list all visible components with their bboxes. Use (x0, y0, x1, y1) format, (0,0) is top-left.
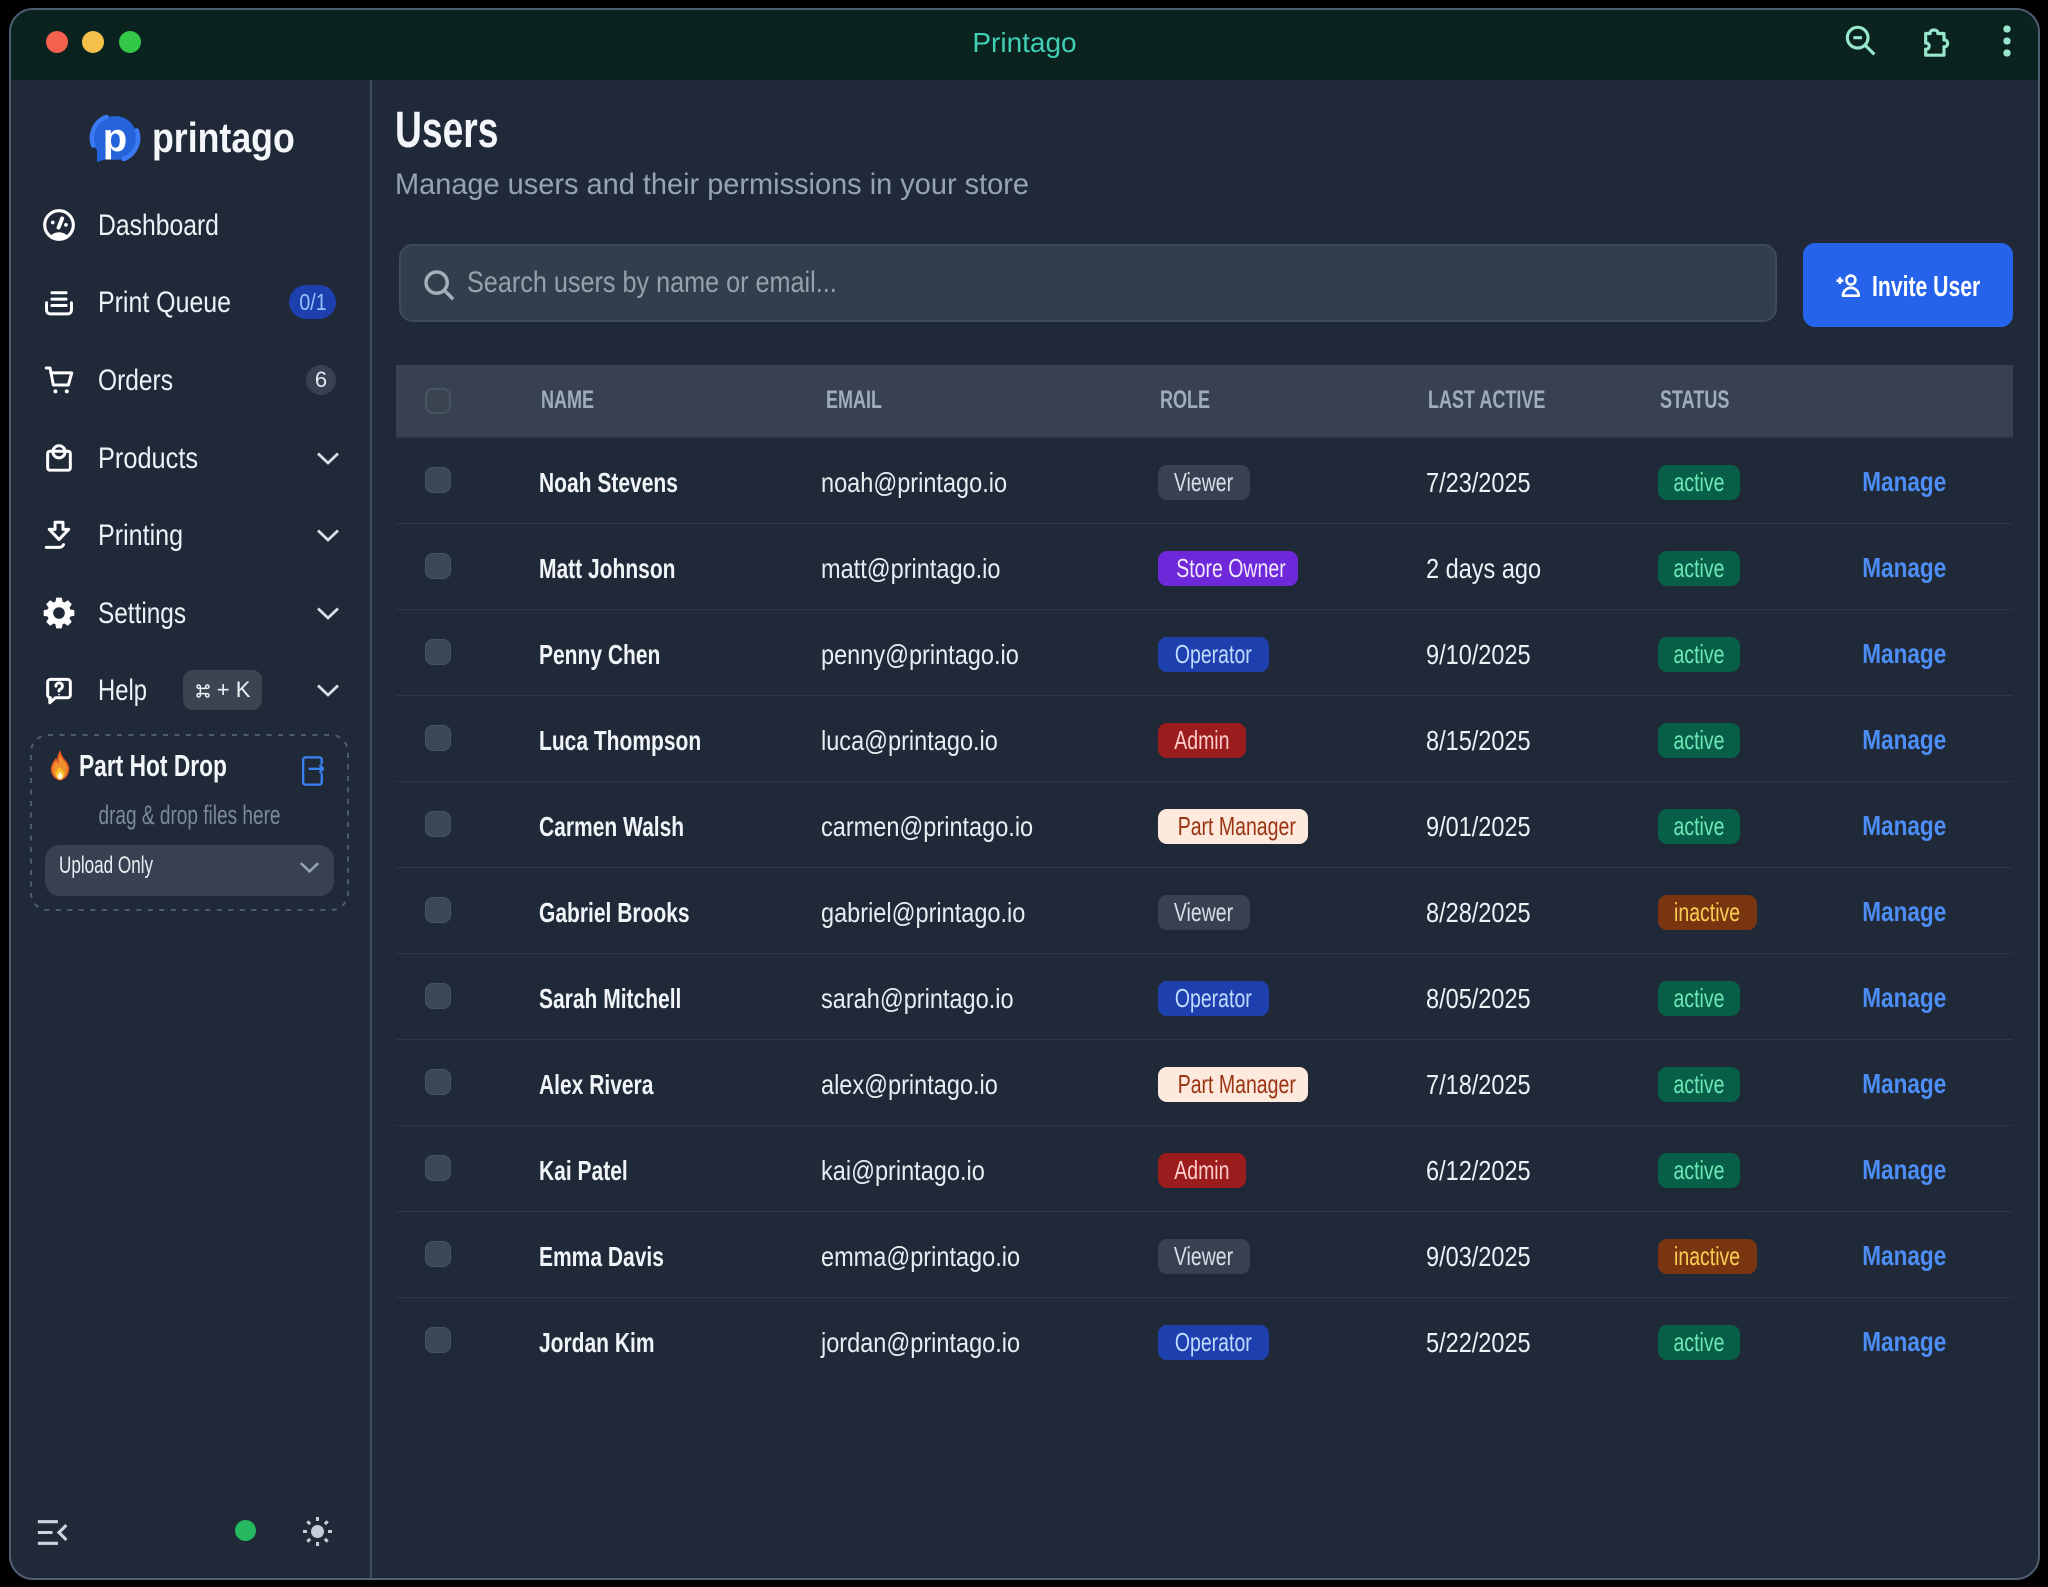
svg-text:p: p (103, 116, 127, 160)
